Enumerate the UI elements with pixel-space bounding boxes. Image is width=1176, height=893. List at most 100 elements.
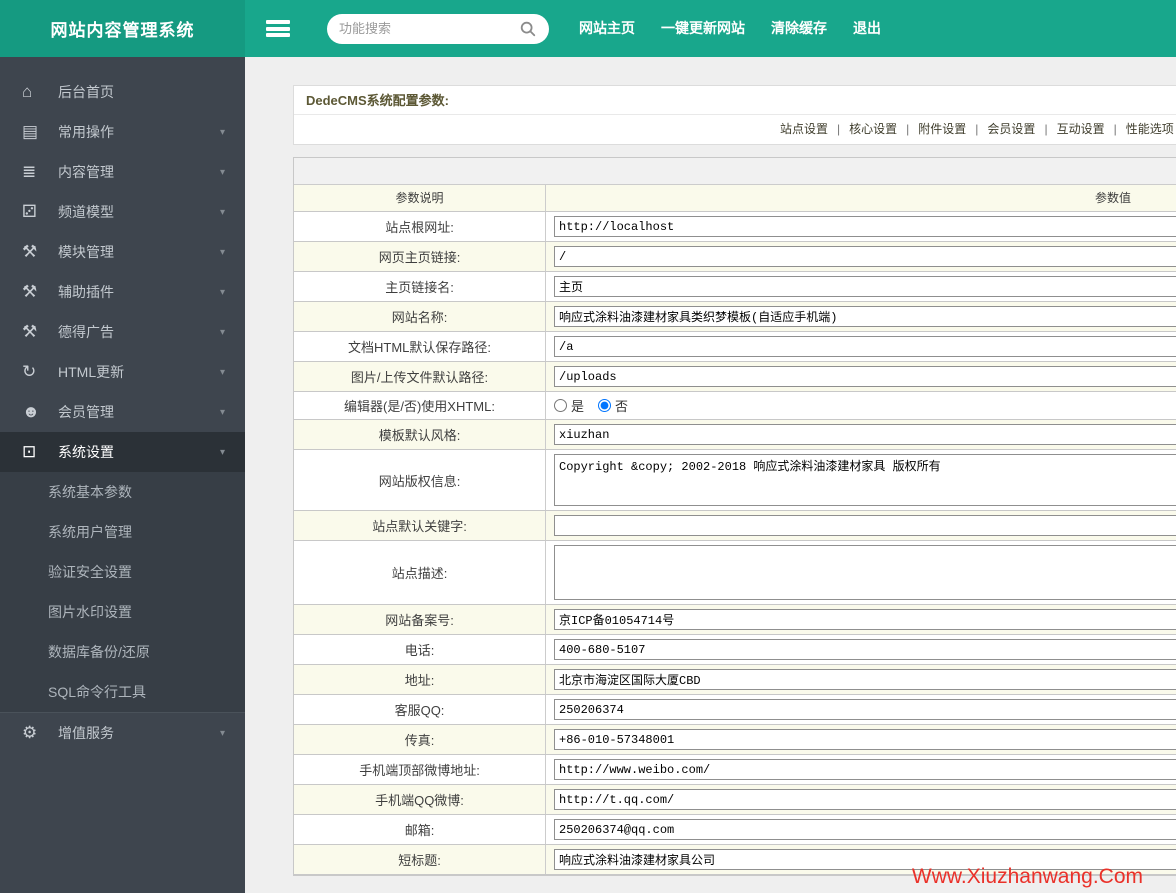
sidebar-item-会员管理[interactable]: ☻会员管理▾: [0, 392, 245, 432]
param-input[interactable]: [554, 639, 1176, 660]
tab-站点设置[interactable]: 站点设置: [780, 122, 828, 136]
param-value-cell: [546, 815, 1176, 844]
search-input[interactable]: [339, 21, 519, 36]
tab-separator: |: [906, 122, 909, 136]
plug-icon: ⚒: [22, 282, 58, 302]
param-input[interactable]: [554, 276, 1176, 297]
function-search-box[interactable]: [327, 14, 549, 44]
param-label: 邮箱:: [294, 815, 546, 844]
table-row: 文档HTML默认保存路径:: [294, 332, 1176, 362]
param-input[interactable]: [554, 336, 1176, 357]
param-value-cell: [546, 785, 1176, 814]
param-input[interactable]: [554, 366, 1176, 387]
submenu-item-验证安全设置[interactable]: 验证安全设置: [0, 552, 245, 592]
param-input[interactable]: [554, 669, 1176, 690]
table-row: 站点描述:: [294, 541, 1176, 605]
sidebar-item-内容管理[interactable]: ≣内容管理▾: [0, 152, 245, 192]
table-row: 地址:: [294, 665, 1176, 695]
app-title: 网站内容管理系统: [0, 0, 245, 57]
table-row: 传真:: [294, 725, 1176, 755]
plug-icon: ⚒: [22, 322, 58, 342]
submenu-item-系统用户管理[interactable]: 系统用户管理: [0, 512, 245, 552]
monitor-icon: ⊡: [22, 442, 58, 462]
table-row: 网站备案号:: [294, 605, 1176, 635]
header-bar: 网站主页一键更新网站清除缓存退出: [245, 0, 1176, 57]
param-input[interactable]: [554, 699, 1176, 720]
param-value-cell: [546, 605, 1176, 634]
tab-性能选项[interactable]: 性能选项: [1126, 122, 1174, 136]
param-label: 网站名称:: [294, 302, 546, 331]
submenu-item-系统基本参数[interactable]: 系统基本参数: [0, 472, 245, 512]
tab-separator: |: [975, 122, 978, 136]
param-value-cell: [546, 242, 1176, 271]
topnav-item[interactable]: 一键更新网站: [648, 0, 758, 57]
radio-是[interactable]: [554, 399, 567, 412]
topnav-item[interactable]: 清除缓存: [758, 0, 840, 57]
sidebar-item-频道模型[interactable]: ⚂频道模型▾: [0, 192, 245, 232]
chevron-down-icon: ▾: [220, 407, 225, 418]
table-rows: 站点根网址:网页主页链接:主页链接名:网站名称:文档HTML默认保存路径:图片/…: [294, 212, 1176, 875]
tab-互动设置[interactable]: 互动设置: [1057, 122, 1105, 136]
param-value-cell: [546, 332, 1176, 361]
sidebar-item-label: 系统设置: [58, 442, 220, 462]
param-label: 编辑器(是/否)使用XHTML:: [294, 392, 546, 419]
radio-否[interactable]: [598, 399, 611, 412]
param-input[interactable]: [554, 515, 1176, 536]
param-value-cell: [546, 635, 1176, 664]
sidebar-item-增值服务[interactable]: ⚙增值服务▾: [0, 713, 245, 753]
radio-option-是[interactable]: 是: [554, 396, 584, 415]
table-row: 电话:: [294, 635, 1176, 665]
table-header-row: 参数说明 参数值: [294, 185, 1176, 212]
search-icon[interactable]: [519, 20, 537, 38]
plug-icon: ⚒: [22, 242, 58, 262]
sidebar-item-HTML更新[interactable]: ↻HTML更新▾: [0, 352, 245, 392]
column-header-param-value: 参数值: [546, 185, 1176, 211]
table-row: 客服QQ:: [294, 695, 1176, 725]
sidebar-item-德得广告[interactable]: ⚒德得广告▾: [0, 312, 245, 352]
sidebar-item-模块管理[interactable]: ⚒模块管理▾: [0, 232, 245, 272]
radio-option-否[interactable]: 否: [598, 396, 628, 415]
chevron-down-icon: ▾: [220, 447, 225, 458]
param-input[interactable]: [554, 729, 1176, 750]
param-label: 手机端QQ微博:: [294, 785, 546, 814]
chevron-down-icon: ▾: [220, 127, 225, 138]
submenu-item-SQL命令行工具[interactable]: SQL命令行工具: [0, 672, 245, 712]
param-input[interactable]: [554, 609, 1176, 630]
param-input[interactable]: [554, 759, 1176, 780]
submenu-item-数据库备份/还原[interactable]: 数据库备份/还原: [0, 632, 245, 672]
tab-会员设置[interactable]: 会员设置: [987, 122, 1035, 136]
chevron-down-icon: ▾: [220, 367, 225, 378]
sidebar-item-辅助插件[interactable]: ⚒辅助插件▾: [0, 272, 245, 312]
topnav-item[interactable]: 网站主页: [566, 0, 648, 57]
document-icon: ▤: [22, 122, 58, 142]
param-value-cell: [546, 212, 1176, 241]
sidebar-item-label: 常用操作: [58, 122, 220, 142]
table-toolbar-strip: [294, 158, 1176, 185]
param-value-cell: [546, 272, 1176, 301]
sidebar-item-系统设置[interactable]: ⊡系统设置▾: [0, 432, 245, 472]
table-row: 编辑器(是/否)使用XHTML: 是否: [294, 392, 1176, 420]
hamburger-menu-icon[interactable]: [266, 20, 290, 37]
top-header: 网站内容管理系统 网站主页一键更新网站清除缓存退出: [0, 0, 1176, 57]
sidebar-item-后台首页[interactable]: ⌂后台首页: [0, 72, 245, 112]
param-input[interactable]: [554, 306, 1176, 327]
table-row: 主页链接名:: [294, 272, 1176, 302]
param-label: 文档HTML默认保存路径:: [294, 332, 546, 361]
param-label: 客服QQ:: [294, 695, 546, 724]
param-input[interactable]: [554, 819, 1176, 840]
param-textarea[interactable]: [554, 454, 1176, 506]
tab-核心设置[interactable]: 核心设置: [849, 122, 897, 136]
topnav-item[interactable]: 退出: [840, 0, 894, 57]
param-label: 网站版权信息:: [294, 450, 546, 510]
submenu-item-图片水印设置[interactable]: 图片水印设置: [0, 592, 245, 632]
param-input[interactable]: [554, 216, 1176, 237]
param-label: 网站备案号:: [294, 605, 546, 634]
param-input[interactable]: [554, 246, 1176, 267]
param-label: 站点默认关键字:: [294, 511, 546, 540]
param-textarea[interactable]: [554, 545, 1176, 600]
sidebar-item-常用操作[interactable]: ▤常用操作▾: [0, 112, 245, 152]
tab-附件设置[interactable]: 附件设置: [918, 122, 966, 136]
param-input[interactable]: [554, 424, 1176, 445]
param-input[interactable]: [554, 789, 1176, 810]
chevron-down-icon: ▾: [220, 247, 225, 258]
